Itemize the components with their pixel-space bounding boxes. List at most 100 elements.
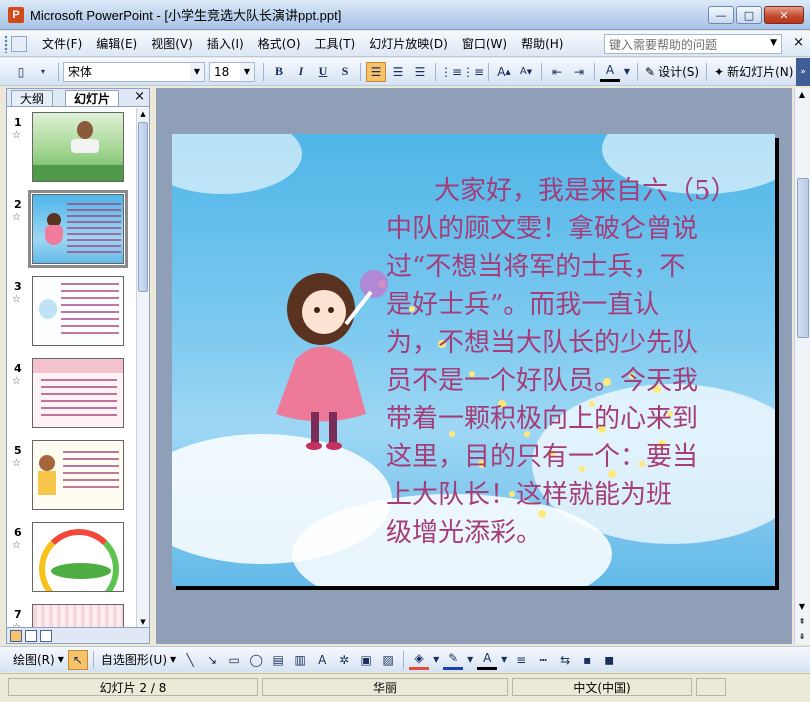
bold-button[interactable]: B	[269, 62, 289, 82]
chevron-down-icon[interactable]: ▼	[190, 62, 204, 81]
scroll-thumb[interactable]	[797, 178, 809, 338]
3d-style-icon[interactable]: ◼	[599, 650, 619, 670]
shadow-style-icon[interactable]: ▪	[577, 650, 597, 670]
help-search-input[interactable]: 键入需要帮助的问题 ▼	[604, 34, 782, 54]
scroll-up-icon[interactable]: ▲	[795, 88, 809, 102]
dash-style-icon[interactable]: ┅	[533, 650, 553, 670]
line-style-icon[interactable]: ≡	[511, 650, 531, 670]
thumbnail-item[interactable]: 2 ☆	[7, 190, 137, 270]
thumbnail-image[interactable]	[32, 276, 124, 346]
draw-menu-button[interactable]: 绘图(R) ▼	[10, 651, 67, 668]
menu-tools[interactable]: 工具(T)	[308, 33, 363, 54]
status-bar: 幻灯片 2 / 8 华丽 中文(中国)	[0, 673, 810, 702]
arrow-style-icon[interactable]: ⇆	[555, 650, 575, 670]
tab-slides[interactable]: 幻灯片	[65, 90, 120, 106]
thumbnail-image[interactable]	[32, 522, 124, 592]
textbox-icon[interactable]: ▤	[268, 650, 288, 670]
slideshow-icon[interactable]	[40, 629, 52, 642]
chevron-down-icon[interactable]: ▼	[499, 650, 509, 670]
thumbnail-item[interactable]: 1 ☆	[7, 112, 137, 188]
tab-outline[interactable]: 大纲	[11, 90, 54, 106]
line-icon[interactable]: ╲	[180, 650, 200, 670]
scroll-thumb[interactable]	[138, 122, 148, 292]
align-center-icon[interactable]: ☰	[388, 62, 408, 82]
rectangle-icon[interactable]: ▭	[224, 650, 244, 670]
minimize-button[interactable]: —	[708, 6, 734, 24]
scroll-up-icon[interactable]: ▲	[137, 108, 149, 120]
normal-view-icon[interactable]	[10, 629, 22, 642]
fill-color-icon[interactable]: ◈	[409, 650, 430, 670]
chevron-down-icon[interactable]: ▼	[431, 650, 441, 670]
select-pointer-icon[interactable]: ↖	[67, 649, 88, 670]
wordart-icon[interactable]: A	[312, 650, 332, 670]
thumbnail-item[interactable]: 6 ☆	[7, 522, 137, 598]
new-document-icon[interactable]: ▯	[11, 62, 31, 82]
font-size-select[interactable]: 18 ▼	[209, 61, 255, 82]
menu-help[interactable]: 帮助(H)	[514, 33, 570, 54]
increase-indent-icon[interactable]: ⇥	[569, 62, 589, 82]
thumbnail-image[interactable]	[32, 440, 124, 510]
bullet-list-icon[interactable]: ⋮≡	[462, 62, 484, 82]
diagram-icon[interactable]: ✲	[334, 650, 354, 670]
thumbnail-image[interactable]	[32, 358, 124, 428]
thumbnail-image-selected[interactable]	[28, 190, 128, 268]
oval-icon[interactable]: ◯	[246, 650, 266, 670]
menu-edit[interactable]: 编辑(E)	[89, 33, 144, 54]
maximize-button[interactable]: □	[736, 6, 762, 24]
next-slide-icon[interactable]: ⇟	[795, 630, 809, 644]
new-slide-button[interactable]: ✦ 新幻灯片(N)	[711, 63, 796, 80]
thumbnail-image[interactable]	[32, 112, 124, 182]
menu-file[interactable]: 文件(F)	[35, 33, 89, 54]
design-button[interactable]: ✎ 设计(S)	[642, 63, 702, 80]
chevron-down-icon[interactable]: ▼	[465, 650, 475, 670]
increase-font-icon[interactable]: A ▲	[494, 62, 514, 82]
shadow-button[interactable]: S	[335, 62, 355, 82]
decrease-indent-icon[interactable]: ⇤	[547, 62, 567, 82]
close-document-button[interactable]: ×	[793, 35, 804, 50]
menu-format[interactable]: 格式(O)	[251, 33, 308, 54]
vertical-textbox-icon[interactable]: ▥	[290, 650, 310, 670]
slide-body-text[interactable]: 大家好，我是来自六（5） 中队的顾文雯！拿破仑曾说 过“不想当将军的士兵，不 是…	[386, 172, 772, 552]
underline-button[interactable]: U	[313, 62, 333, 82]
previous-slide-icon[interactable]: ⇞	[795, 615, 809, 629]
clipart-icon[interactable]: ▣	[356, 650, 376, 670]
thumbnail-item[interactable]: 3 ☆	[7, 276, 137, 352]
numbered-list-icon[interactable]: ⋮≡	[440, 62, 462, 82]
italic-button[interactable]: I	[291, 62, 311, 82]
panel-scrollbar[interactable]: ▲ ▼	[136, 108, 149, 628]
menu-slideshow[interactable]: 幻灯片放映(D)	[362, 33, 455, 54]
chevron-down-icon[interactable]: ▼	[622, 62, 632, 82]
thumbnail-item[interactable]: 7 ☆	[7, 604, 137, 628]
arrow-icon[interactable]: ↘	[202, 650, 222, 670]
thumbnail-item[interactable]: 4 ☆	[7, 358, 137, 434]
toolbar-grip[interactable]	[4, 34, 8, 53]
slide-text-line: 上大队长！这样就能为班	[386, 480, 673, 510]
align-left-icon[interactable]: ☰	[366, 61, 386, 82]
editor-scrollbar[interactable]: ▲ ▼ ⇞ ⇟	[794, 88, 810, 644]
scroll-down-icon[interactable]: ▼	[795, 600, 809, 614]
picture-icon[interactable]: ▨	[378, 650, 398, 670]
font-color-icon[interactable]: A	[477, 650, 498, 670]
font-color-icon[interactable]: A	[600, 62, 620, 82]
menu-window[interactable]: 窗口(W)	[455, 33, 514, 54]
autoshapes-button[interactable]: 自选图形(U) ▼	[98, 651, 179, 668]
thumbnail-item[interactable]: 5 ☆	[7, 440, 137, 516]
slide-text-line: 是好士兵”。而我一直认	[386, 290, 660, 320]
toolbar-overflow-icon[interactable]: »	[796, 58, 810, 86]
panel-close-button[interactable]: ×	[134, 89, 145, 104]
document-icon[interactable]	[11, 35, 27, 52]
slide-sorter-icon[interactable]	[25, 629, 37, 642]
decrease-font-icon[interactable]: A ▼	[516, 62, 536, 82]
menu-insert[interactable]: 插入(I)	[200, 33, 251, 54]
thumbnail-image[interactable]	[32, 604, 124, 628]
current-slide[interactable]: 大家好，我是来自六（5） 中队的顾文雯！拿破仑曾说 过“不想当将军的士兵，不 是…	[172, 134, 775, 586]
chevron-down-icon[interactable]: ▼	[240, 62, 254, 81]
align-right-icon[interactable]: ☰	[410, 62, 430, 82]
font-select[interactable]: 宋体 ▼	[63, 61, 205, 82]
line-color-icon[interactable]: ✎	[443, 650, 464, 670]
menu-view[interactable]: 视图(V)	[144, 33, 200, 54]
chevron-down-icon[interactable]: ▼	[770, 38, 777, 48]
toolbar-options-icon[interactable]: ▾	[33, 62, 53, 82]
close-button[interactable]: ✕	[764, 6, 804, 24]
font-value: 宋体	[68, 65, 93, 79]
